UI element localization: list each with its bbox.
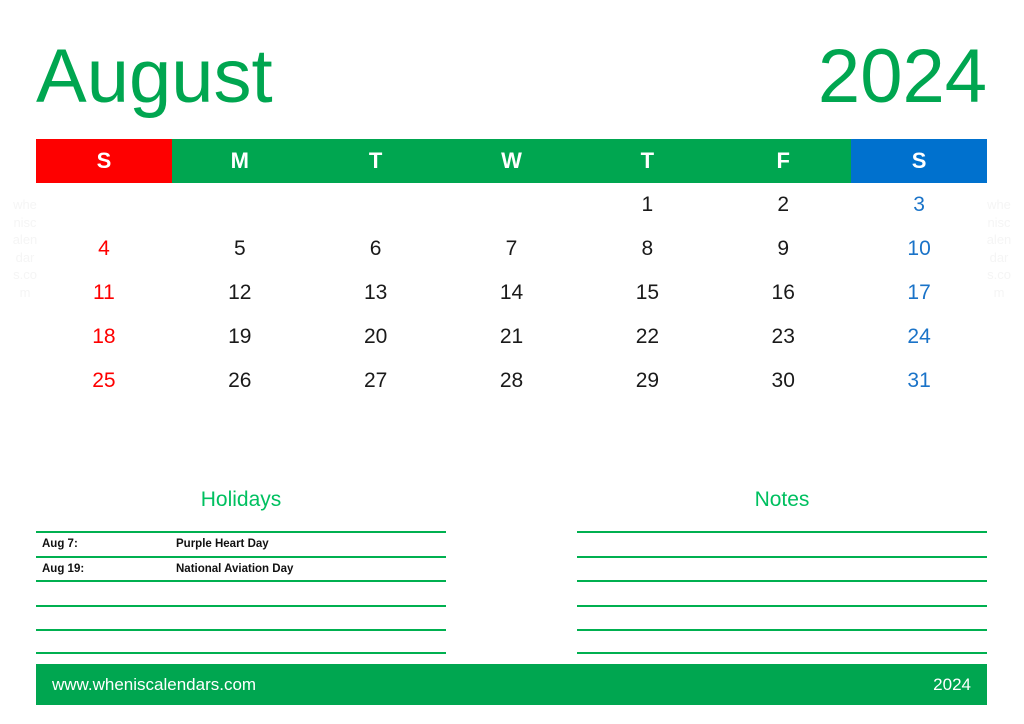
holiday-line-row[interactable]: [36, 604, 446, 630]
date-cell-31[interactable]: 31: [851, 359, 987, 403]
date-week-row: 25 26 27 28 29 30 31: [36, 359, 987, 403]
watermark-left: wheniscalendars.com: [12, 197, 38, 300]
date-cell-empty: [172, 183, 308, 227]
date-week-row: 18 19 20 21 22 23 24: [36, 315, 987, 359]
holidays-title: Holidays: [200, 488, 282, 511]
date-cell-empty: [308, 183, 444, 227]
watermark-right: wheniscalendars.com: [986, 197, 1012, 300]
holidays-section: Holidays Aug 7: Purple Heart Day Aug 19: Na…: [36, 488, 446, 654]
calendar-page: wheniscalendars.com wheniscalendars.com …: [0, 0, 1024, 724]
date-cell-15[interactable]: 15: [579, 271, 715, 315]
weekday-header-cell: S: [36, 139, 172, 183]
date-cell-21[interactable]: 21: [444, 315, 580, 359]
note-line-row[interactable]: [577, 580, 987, 605]
holiday-line-row[interactable]: [36, 629, 446, 654]
date-cell-13[interactable]: 13: [308, 271, 444, 315]
date-cell-24[interactable]: 24: [851, 315, 987, 359]
title-year: 2024: [817, 34, 987, 119]
date-cell-22[interactable]: 22: [579, 315, 715, 359]
date-cell-25[interactable]: 25: [36, 359, 172, 403]
notes-lines: [577, 531, 987, 654]
date-cell-23[interactable]: 23: [715, 315, 851, 359]
note-line-row[interactable]: [577, 555, 987, 581]
date-week-row: 11 12 13 14 15 16 17: [36, 271, 987, 315]
date-cell-12[interactable]: 12: [172, 271, 308, 315]
weekday-header-cell: T: [307, 139, 444, 183]
note-line-row[interactable]: [577, 629, 987, 654]
date-cell-17[interactable]: 17: [851, 271, 987, 315]
title-month: August: [36, 34, 273, 119]
footer-url[interactable]: www.wheniscalendars.com: [52, 675, 256, 695]
weekday-header-cell: F: [715, 139, 852, 183]
date-cell-27[interactable]: 27: [308, 359, 444, 403]
date-cell-16[interactable]: 16: [715, 271, 851, 315]
date-cell-6[interactable]: 6: [308, 227, 444, 271]
date-cell-11[interactable]: 11: [36, 271, 172, 315]
date-cell-19[interactable]: 19: [172, 315, 308, 359]
holiday-line-text: National Aviation Day: [176, 562, 294, 575]
date-cell-3[interactable]: 3: [851, 183, 987, 227]
date-grid: 1 2 3 4 5 6 7 8 9 10 11 12 13 14 15 16 17 18 19 20 21 22 23 24 2…: [36, 183, 987, 403]
weekday-header-cell: M: [171, 139, 308, 183]
date-week-row: 123: [36, 183, 987, 227]
date-cell-empty: [36, 183, 172, 227]
footer-bar: www.wheniscalendars.com 2024: [36, 664, 987, 705]
weekday-header-cell: S: [851, 139, 988, 183]
date-cell-2[interactable]: 2: [715, 183, 851, 227]
date-cell-20[interactable]: 20: [308, 315, 444, 359]
calendar-title: August 2024: [36, 34, 987, 120]
date-cell-26[interactable]: 26: [172, 359, 308, 403]
note-line-row[interactable]: [577, 531, 987, 556]
weekday-header-cell: W: [443, 139, 580, 183]
date-week-row: 4 5 6 7 8 9 10: [36, 227, 987, 271]
date-cell-1[interactable]: 1: [579, 183, 715, 227]
date-cell-10[interactable]: 10: [851, 227, 987, 271]
weekday-header-cell: T: [579, 139, 716, 183]
holiday-line-date: Aug 7:: [42, 538, 78, 551]
date-cell-14[interactable]: 14: [444, 271, 580, 315]
holiday-line-text: Purple Heart Day: [176, 538, 269, 551]
date-cell-29[interactable]: 29: [579, 359, 715, 403]
holiday-line-row[interactable]: Aug 7: Purple Heart Day: [36, 531, 446, 556]
date-cell-8[interactable]: 8: [579, 227, 715, 271]
date-cell-empty: [444, 183, 580, 227]
holiday-line-date: Aug 19:: [42, 562, 85, 575]
holiday-line-row[interactable]: [36, 580, 446, 605]
weekday-header-row: SMTWTFS: [36, 139, 988, 183]
date-cell-4[interactable]: 4: [36, 227, 172, 271]
date-cell-5[interactable]: 5: [172, 227, 308, 271]
date-cell-9[interactable]: 9: [715, 227, 851, 271]
holiday-line-row[interactable]: Aug 19: National Aviation Day: [36, 555, 446, 581]
notes-title: Notes: [754, 488, 810, 511]
date-cell-30[interactable]: 30: [715, 359, 851, 403]
date-cell-18[interactable]: 18: [36, 315, 172, 359]
date-cell-28[interactable]: 28: [444, 359, 580, 403]
holidays-lines: Aug 7: Purple Heart Day Aug 19: National Av…: [36, 531, 446, 654]
date-cell-7[interactable]: 7: [444, 227, 580, 271]
note-line-row[interactable]: [577, 604, 987, 630]
footer-year: 2024: [933, 674, 971, 694]
notes-section: Notes: [577, 488, 987, 654]
